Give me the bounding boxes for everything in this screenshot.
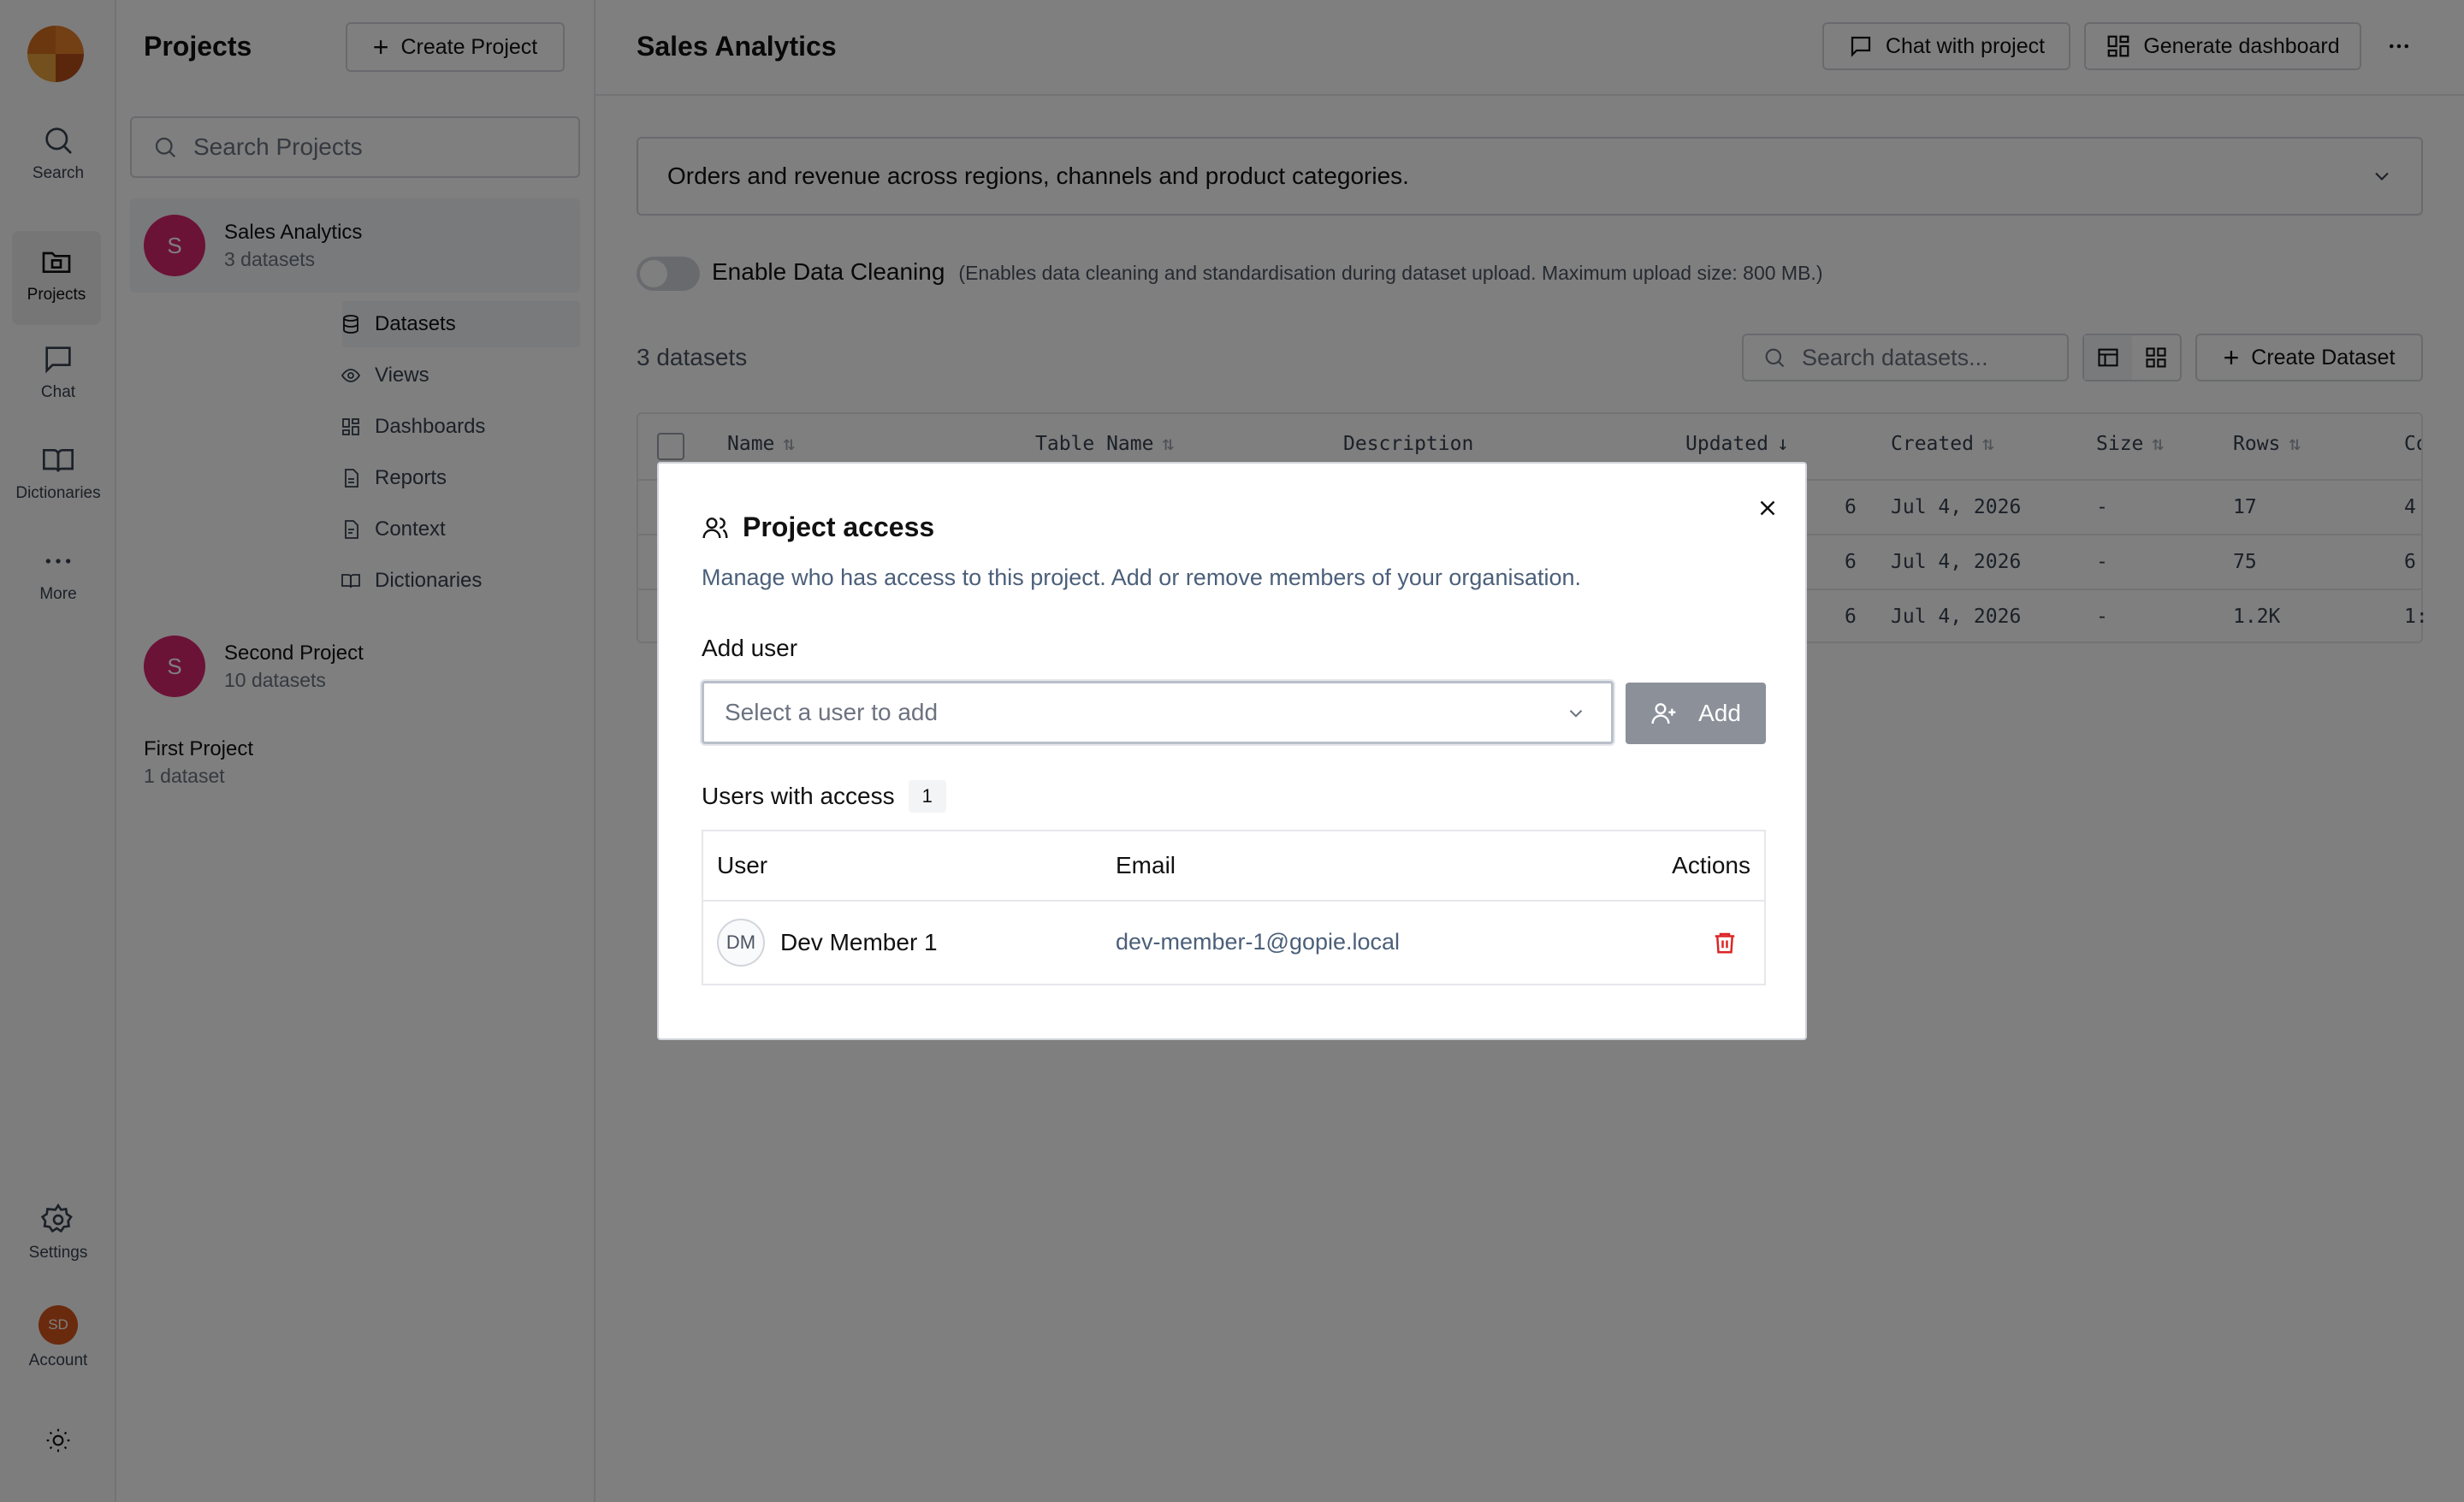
user-avatar: DM [717,919,765,967]
dialog-title: Project access [743,512,935,542]
project-access-dialog: Project access Manage who has access to … [657,462,1807,1040]
user-row: DM Dev Member 1 dev-member-1@gopie.local [703,902,1764,984]
users-with-access-label: Users with access [702,783,895,809]
add-user-button-label: Add [1698,700,1741,726]
users-icon [702,517,728,538]
chevron-down-icon [1569,710,1583,718]
col-email: Email [1116,852,1176,878]
users-table-header: User Email Actions [703,831,1764,902]
users-with-access-header: Users with access 1 [702,780,946,813]
user-plus-icon [1651,703,1676,724]
user-select[interactable]: Select a user to add [702,681,1614,744]
user-email: dev-member-1@gopie.local [1116,929,1401,955]
remove-user-button[interactable] [1708,925,1742,960]
user-name: Dev Member 1 [780,929,938,955]
users-count-badge: 1 [908,780,946,813]
close-icon [1760,500,1775,516]
col-user: User [717,852,768,878]
users-table: User Email Actions DM Dev Member 1 dev-m… [702,830,1766,985]
user-select-placeholder: Select a user to add [725,699,939,725]
add-user-label: Add user [702,635,798,661]
col-actions: Actions [1672,852,1750,878]
dialog-subtitle: Manage who has access to this project. A… [702,565,1582,590]
dialog-header: Project access [702,512,934,543]
trash-icon [1715,932,1735,954]
close-button[interactable] [1750,491,1785,525]
add-user-button[interactable]: Add [1626,683,1766,744]
